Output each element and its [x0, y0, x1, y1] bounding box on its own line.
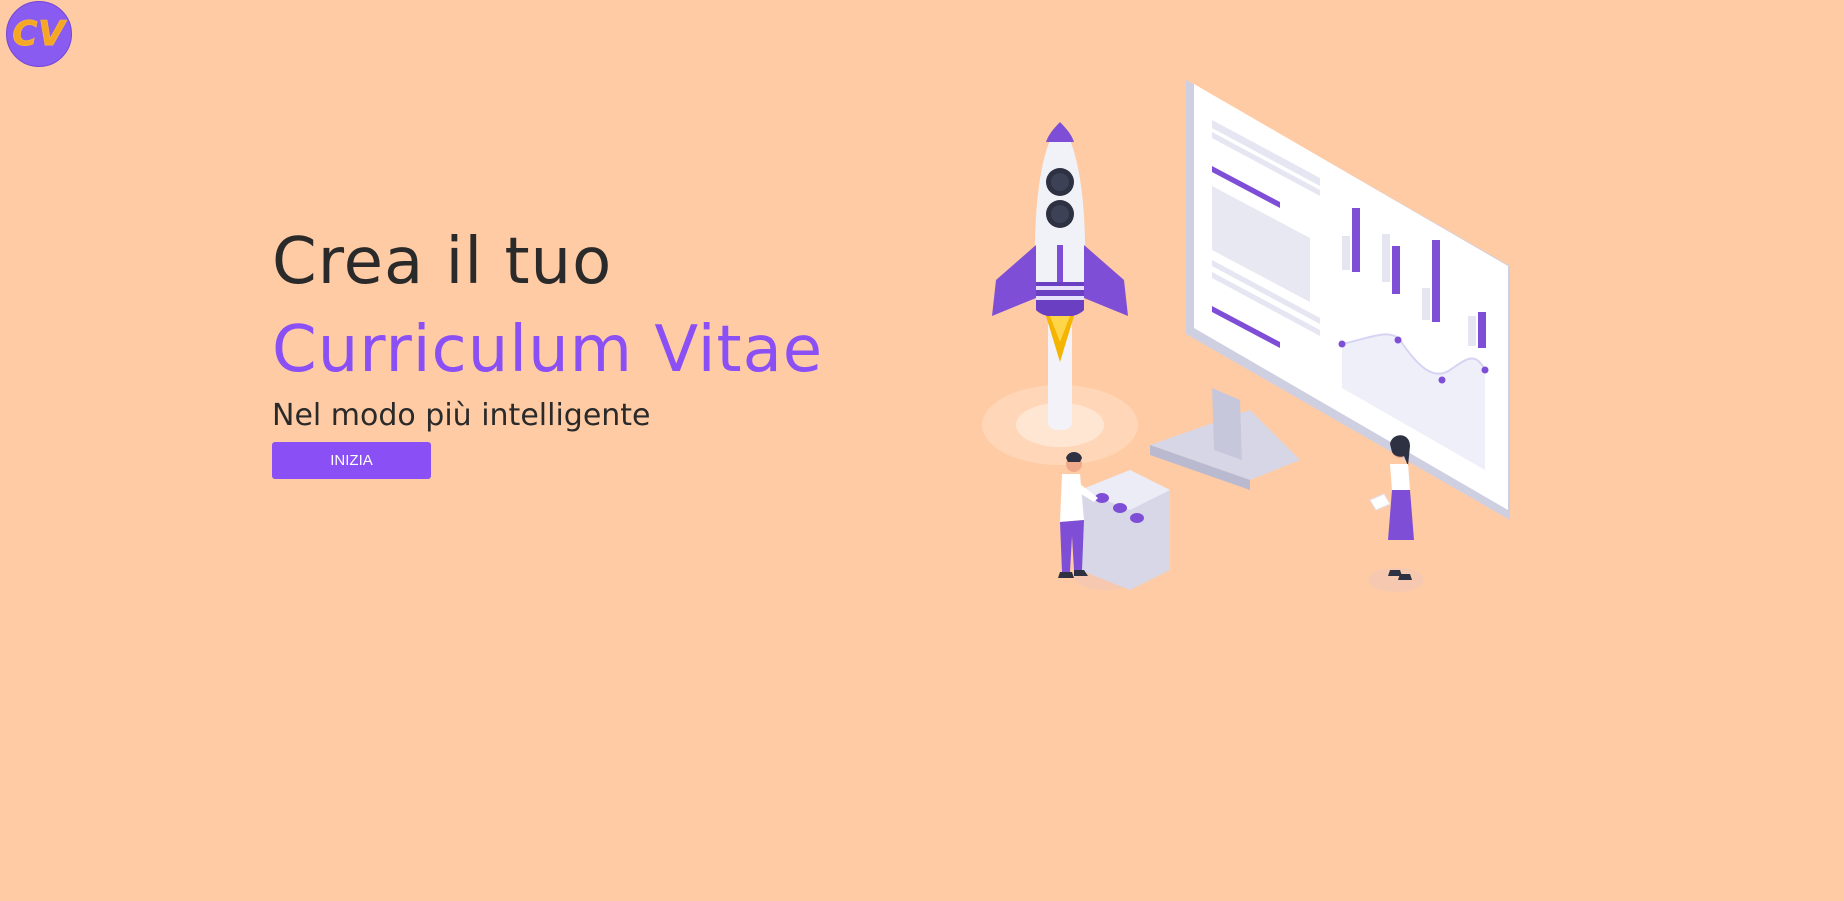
- person-at-console-icon: [1058, 452, 1170, 590]
- monitor-dashboard-icon: [1150, 80, 1510, 520]
- start-button[interactable]: INIZIA: [272, 442, 431, 479]
- hero-section: Crea il tuo Curriculum Vitae Nel modo pi…: [272, 218, 823, 479]
- hero-illustration: [982, 80, 1510, 592]
- hero-subtitle: Nel modo più intelligente: [272, 398, 651, 433]
- hero-title-line2: Curriculum Vitae: [272, 313, 824, 387]
- logo-text: CV: [12, 14, 66, 55]
- rocket-icon: [982, 122, 1138, 465]
- hero-title-line1: Crea il tuo: [272, 225, 613, 299]
- cv-logo[interactable]: CV: [6, 1, 72, 67]
